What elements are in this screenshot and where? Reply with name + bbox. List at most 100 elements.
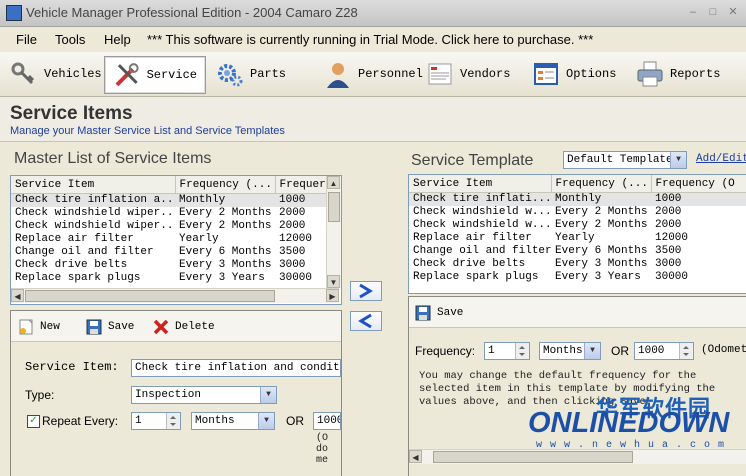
type-select[interactable]: Inspection ▼: [131, 386, 277, 404]
template-frequency-unit-select[interactable]: Months ▼: [539, 342, 601, 360]
scroll-up-icon[interactable]: ▲: [327, 176, 340, 189]
toolbar-service-label: Service: [146, 68, 197, 82]
add-edit-template-link[interactable]: Add/Edit: [696, 153, 746, 165]
table-row[interactable]: Check tire inflati... Monthly 1000: [409, 192, 746, 206]
table-row[interactable]: Change oil and filter Every 6 Months 3500: [11, 246, 327, 259]
toolbar-vendors-label: Vendors: [460, 67, 511, 81]
spinner-arrows-icon[interactable]: [515, 343, 529, 359]
template-frequency-unit-value: Months: [543, 345, 583, 357]
repeat-every-label: Repeat Every:: [42, 414, 119, 428]
template-select[interactable]: Default Template ▼: [563, 151, 687, 169]
toolbar-vendors-button[interactable]: Vendors: [418, 56, 518, 92]
toolbar-service-button[interactable]: Service: [104, 56, 206, 94]
table-row[interactable]: Check windshield w... Every 2 Months 2000: [409, 219, 746, 232]
chevron-down-icon[interactable]: ▼: [584, 343, 600, 359]
odometer-interval-input[interactable]: 1000: [313, 412, 341, 430]
toolbar-reports-label: Reports: [670, 67, 721, 81]
chevron-down-icon[interactable]: ▼: [670, 152, 686, 168]
template-grid[interactable]: Service Item Frequency (... Frequency (O…: [408, 174, 746, 294]
table-row[interactable]: Check windshield w... Every 2 Months 2000: [409, 206, 746, 219]
template-save-label: Save: [437, 307, 464, 319]
spinner-arrows-icon[interactable]: [679, 343, 693, 359]
menu-tools[interactable]: Tools: [55, 32, 85, 47]
trial-purchase-link[interactable]: *** This software is currently running i…: [147, 32, 593, 47]
scroll-thumb[interactable]: [328, 192, 340, 222]
template-col-frequency[interactable]: Frequency (...: [551, 175, 652, 193]
printer-icon: [637, 61, 663, 87]
spinner-arrows-icon[interactable]: [166, 413, 180, 429]
table-row[interactable]: Replace air filter Yearly 12000: [11, 233, 327, 246]
menu-bar: File Tools Help *** This software is cur…: [0, 27, 746, 51]
odometer-unit-label: (Odomet: [701, 344, 746, 356]
save-button[interactable]: Save: [85, 318, 134, 336]
scroll-left-icon[interactable]: ◀: [11, 289, 24, 302]
table-row[interactable]: Replace spark plugs Every 3 Years 30000: [409, 271, 746, 284]
service-item-label: Service Item:: [25, 360, 119, 374]
app-icon: [6, 5, 22, 21]
master-vertical-scrollbar[interactable]: ▲ ▼: [326, 176, 341, 288]
page-subtitle: Manage your Master Service List and Serv…: [10, 125, 285, 137]
options-window-icon: [534, 63, 558, 85]
menu-help[interactable]: Help: [104, 32, 131, 47]
toolbar-vehicles-button[interactable]: Vehicles: [2, 56, 110, 92]
maximize-button[interactable]: □: [704, 4, 722, 20]
remove-from-template-button[interactable]: [350, 311, 382, 331]
delete-button[interactable]: Delete: [152, 318, 215, 336]
master-horizontal-scrollbar[interactable]: ◀ ▶: [11, 288, 339, 303]
master-col-frequency[interactable]: Frequency (...: [175, 176, 276, 194]
add-to-template-button[interactable]: [350, 281, 382, 301]
toolbar-reports-button[interactable]: Reports: [628, 56, 728, 92]
type-select-value: Inspection: [135, 389, 202, 401]
repeat-interval-input[interactable]: 1: [131, 412, 181, 430]
menu-file[interactable]: File: [16, 32, 37, 47]
template-col-frequency-odo[interactable]: Frequency (O: [651, 175, 746, 193]
repeat-every-checkbox[interactable]: ✓: [27, 415, 40, 428]
table-row[interactable]: Check windshield wiper... Every 2 Months 2…: [11, 220, 327, 233]
window-title: Vehicle Manager Professional Edition - 2…: [26, 5, 358, 20]
chevron-down-icon[interactable]: ▼: [258, 413, 274, 429]
template-odometer-input[interactable]: 1000: [634, 342, 694, 360]
template-frequency-input[interactable]: 1: [484, 342, 530, 360]
toolbar-parts-button[interactable]: Parts: [208, 56, 294, 92]
scroll-thumb[interactable]: [25, 290, 275, 302]
master-list-grid[interactable]: Service Item Frequency (... Frequer Chec…: [10, 175, 342, 305]
master-col-frequency-odo[interactable]: Frequer: [275, 176, 328, 194]
template-select-value: Default Template: [567, 154, 673, 166]
toolbar-personnel-button[interactable]: Personnel: [316, 56, 431, 92]
table-row[interactable]: Check drive belts Every 3 Months 3000: [409, 258, 746, 271]
repeat-unit-select[interactable]: Months ▼: [191, 412, 275, 430]
scroll-thumb[interactable]: [433, 451, 633, 463]
tools-icon: [115, 63, 139, 87]
table-row[interactable]: Check drive belts Every 3 Months 3000: [11, 259, 327, 272]
service-item-input[interactable]: Check tire inflation and condition: [131, 359, 341, 377]
scroll-left-icon[interactable]: ◀: [409, 450, 422, 463]
new-button[interactable]: New: [17, 318, 60, 336]
minimize-button[interactable]: –: [684, 4, 702, 20]
master-col-service-item[interactable]: Service Item: [11, 176, 176, 194]
delete-x-icon: [153, 319, 169, 335]
or-label: OR: [286, 414, 304, 428]
main-toolbar: Vehicles Service Parts Personnel Vendors…: [0, 52, 746, 97]
new-label: New: [40, 321, 60, 333]
table-row[interactable]: Check windshield wiper... Every 2 Months 2…: [11, 207, 327, 220]
scroll-right-icon[interactable]: ▶: [326, 289, 339, 302]
floppy-disk-icon: [415, 305, 431, 321]
toolbar-options-button[interactable]: Options: [524, 56, 624, 92]
title-bar: Vehicle Manager Professional Edition - 2…: [0, 0, 746, 27]
template-col-service-item[interactable]: Service Item: [409, 175, 552, 193]
person-icon: [327, 63, 349, 88]
table-row[interactable]: Replace air filter Yearly 12000: [409, 232, 746, 245]
repeat-interval-value: 1: [135, 415, 142, 427]
delete-label: Delete: [175, 321, 215, 333]
chevron-down-icon[interactable]: ▼: [260, 387, 276, 403]
table-row[interactable]: Change oil and filter Every 6 Months 3500: [409, 245, 746, 258]
toolbar-parts-label: Parts: [250, 67, 287, 81]
master-list-title: Master List of Service Items: [14, 150, 212, 167]
template-horizontal-scrollbar[interactable]: ◀: [409, 449, 746, 464]
keys-icon: [11, 62, 35, 85]
template-save-button[interactable]: Save: [414, 304, 463, 322]
close-button[interactable]: ✕: [724, 4, 742, 20]
table-row[interactable]: Check tire inflation a... Monthly 1000: [11, 193, 327, 207]
table-row[interactable]: Replace spark plugs Every 3 Years 30000: [11, 272, 327, 285]
scroll-down-icon[interactable]: ▼: [327, 275, 340, 288]
